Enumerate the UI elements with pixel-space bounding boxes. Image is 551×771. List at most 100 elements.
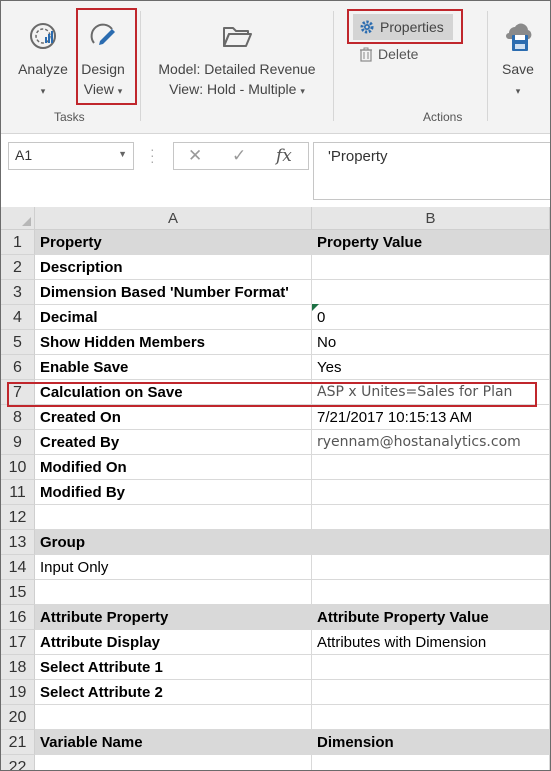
table-row: 16 Attribute Property Attribute Property V…	[1, 605, 550, 630]
row-header[interactable]: 3	[1, 280, 35, 305]
row-header[interactable]: 5	[1, 330, 35, 355]
cell-a[interactable]	[35, 505, 312, 530]
formula-bar: A1 ▼ · · · ✕ ✓ fx 'Property	[1, 134, 550, 206]
cell-b[interactable]: 7/21/2017 10:15:13 AM	[312, 405, 550, 430]
cell-a[interactable]	[35, 755, 312, 770]
delete-button[interactable]: Delete	[359, 44, 418, 64]
cell-a[interactable]: Show Hidden Members	[35, 330, 312, 355]
cancel-icon[interactable]: ✕	[188, 146, 202, 166]
cell-a[interactable]	[35, 705, 312, 730]
table-row: 8 Created On 7/21/2017 10:15:13 AM	[1, 405, 550, 430]
cell-b[interactable]	[312, 755, 550, 770]
cell-b[interactable]: Attribute Property Value	[312, 605, 550, 630]
row-header[interactable]: 6	[1, 355, 35, 380]
column-header-b[interactable]: B	[312, 207, 550, 230]
cell-b[interactable]	[312, 705, 550, 730]
row-header[interactable]: 16	[1, 605, 35, 630]
cell-b[interactable]	[312, 655, 550, 680]
formula-controls: ✕ ✓ fx	[173, 142, 309, 170]
cell-b[interactable]	[312, 530, 550, 555]
properties-highlight	[347, 9, 463, 44]
cell-a[interactable]: Dimension Based 'Number Format'	[35, 280, 312, 305]
model-label: Model: Detailed Revenue	[158, 61, 316, 77]
cell-b[interactable]	[312, 480, 550, 505]
cell-a[interactable]: Modified By	[35, 480, 312, 505]
table-row: 13 Group	[1, 530, 550, 555]
table-row: 9 Created By ryennam@hostanalytics.com	[1, 430, 550, 455]
cell-b[interactable]	[312, 455, 550, 480]
drag-handle-icon[interactable]: · · ·	[150, 142, 155, 168]
table-row: 14 Input Only	[1, 555, 550, 580]
row-header[interactable]: 19	[1, 680, 35, 705]
row-header[interactable]: 13	[1, 530, 35, 555]
column-header-a[interactable]: A	[35, 207, 312, 230]
save-button[interactable]: Save ▾	[495, 19, 541, 101]
formula-value: 'Property	[328, 148, 388, 165]
table-row: 1 Property Property Value	[1, 230, 550, 255]
cell-a[interactable]	[35, 580, 312, 605]
cell-b[interactable]: Property Value	[312, 230, 550, 255]
row-header[interactable]: 9	[1, 430, 35, 455]
view-selection-label: View: Hold - Multiple	[169, 81, 297, 97]
cell-a[interactable]: Variable Name	[35, 730, 312, 755]
chevron-down-icon: ▾	[40, 86, 46, 96]
row-header[interactable]: 8	[1, 405, 35, 430]
table-row: 2 Description	[1, 255, 550, 280]
row-header[interactable]: 21	[1, 730, 35, 755]
cell-a[interactable]: Property	[35, 230, 312, 255]
analyze-button[interactable]: Analyze ▾	[13, 19, 73, 101]
trash-icon	[360, 47, 372, 62]
row-header[interactable]: 14	[1, 555, 35, 580]
enter-icon[interactable]: ✓	[232, 146, 246, 166]
row-header[interactable]: 20	[1, 705, 35, 730]
cell-a[interactable]: Attribute Display	[35, 630, 312, 655]
cell-a[interactable]: Group	[35, 530, 312, 555]
cell-a[interactable]: Decimal	[35, 305, 312, 330]
model-view-button[interactable]: Model: Detailed Revenue View: Hold - Mul…	[147, 19, 327, 101]
row-header[interactable]: 22	[1, 755, 35, 770]
cell-b[interactable]	[312, 255, 550, 280]
cell-a[interactable]: Description	[35, 255, 312, 280]
cell-b[interactable]	[312, 280, 550, 305]
row-header[interactable]: 12	[1, 505, 35, 530]
table-row: 5 Show Hidden Members No	[1, 330, 550, 355]
row-header[interactable]: 11	[1, 480, 35, 505]
cell-a[interactable]: Created On	[35, 405, 312, 430]
cell-b[interactable]	[312, 555, 550, 580]
row-header[interactable]: 17	[1, 630, 35, 655]
cell-a[interactable]: Enable Save	[35, 355, 312, 380]
function-icon[interactable]: fx	[276, 146, 292, 166]
select-all-button[interactable]	[1, 207, 35, 230]
row-header[interactable]: 15	[1, 580, 35, 605]
cell-b[interactable]	[312, 505, 550, 530]
cell-b[interactable]: Dimension	[312, 730, 550, 755]
cell-b[interactable]	[312, 680, 550, 705]
design-view-highlight	[76, 8, 137, 105]
name-box-value: A1	[15, 147, 33, 163]
name-box[interactable]: A1 ▼	[8, 142, 134, 170]
cell-b[interactable]: 0	[312, 305, 550, 330]
cell-b[interactable]	[312, 580, 550, 605]
cell-a[interactable]: Modified On	[35, 455, 312, 480]
cell-b[interactable]: Yes	[312, 355, 550, 380]
cell-a[interactable]: Attribute Property	[35, 605, 312, 630]
cell-a[interactable]: Input Only	[35, 555, 312, 580]
chevron-down-icon: ▾	[515, 86, 521, 96]
cell-a[interactable]: Select Attribute 1	[35, 655, 312, 680]
formula-input[interactable]: 'Property	[313, 142, 550, 200]
cell-b[interactable]: Attributes with Dimension	[312, 630, 550, 655]
cell-b[interactable]: ryennam@hostanalytics.com	[312, 430, 550, 455]
chevron-down-icon: ▼	[118, 149, 127, 159]
row-header[interactable]: 4	[1, 305, 35, 330]
actions-group-label: Actions	[423, 110, 463, 124]
row-header[interactable]: 18	[1, 655, 35, 680]
row-header[interactable]: 1	[1, 230, 35, 255]
row-header[interactable]: 2	[1, 255, 35, 280]
table-row: 12	[1, 505, 550, 530]
cell-b[interactable]: No	[312, 330, 550, 355]
row-7-highlight	[7, 382, 537, 407]
cell-a[interactable]: Select Attribute 2	[35, 680, 312, 705]
cell-a[interactable]: Created By	[35, 430, 312, 455]
row-header[interactable]: 10	[1, 455, 35, 480]
save-label: Save	[502, 61, 534, 77]
